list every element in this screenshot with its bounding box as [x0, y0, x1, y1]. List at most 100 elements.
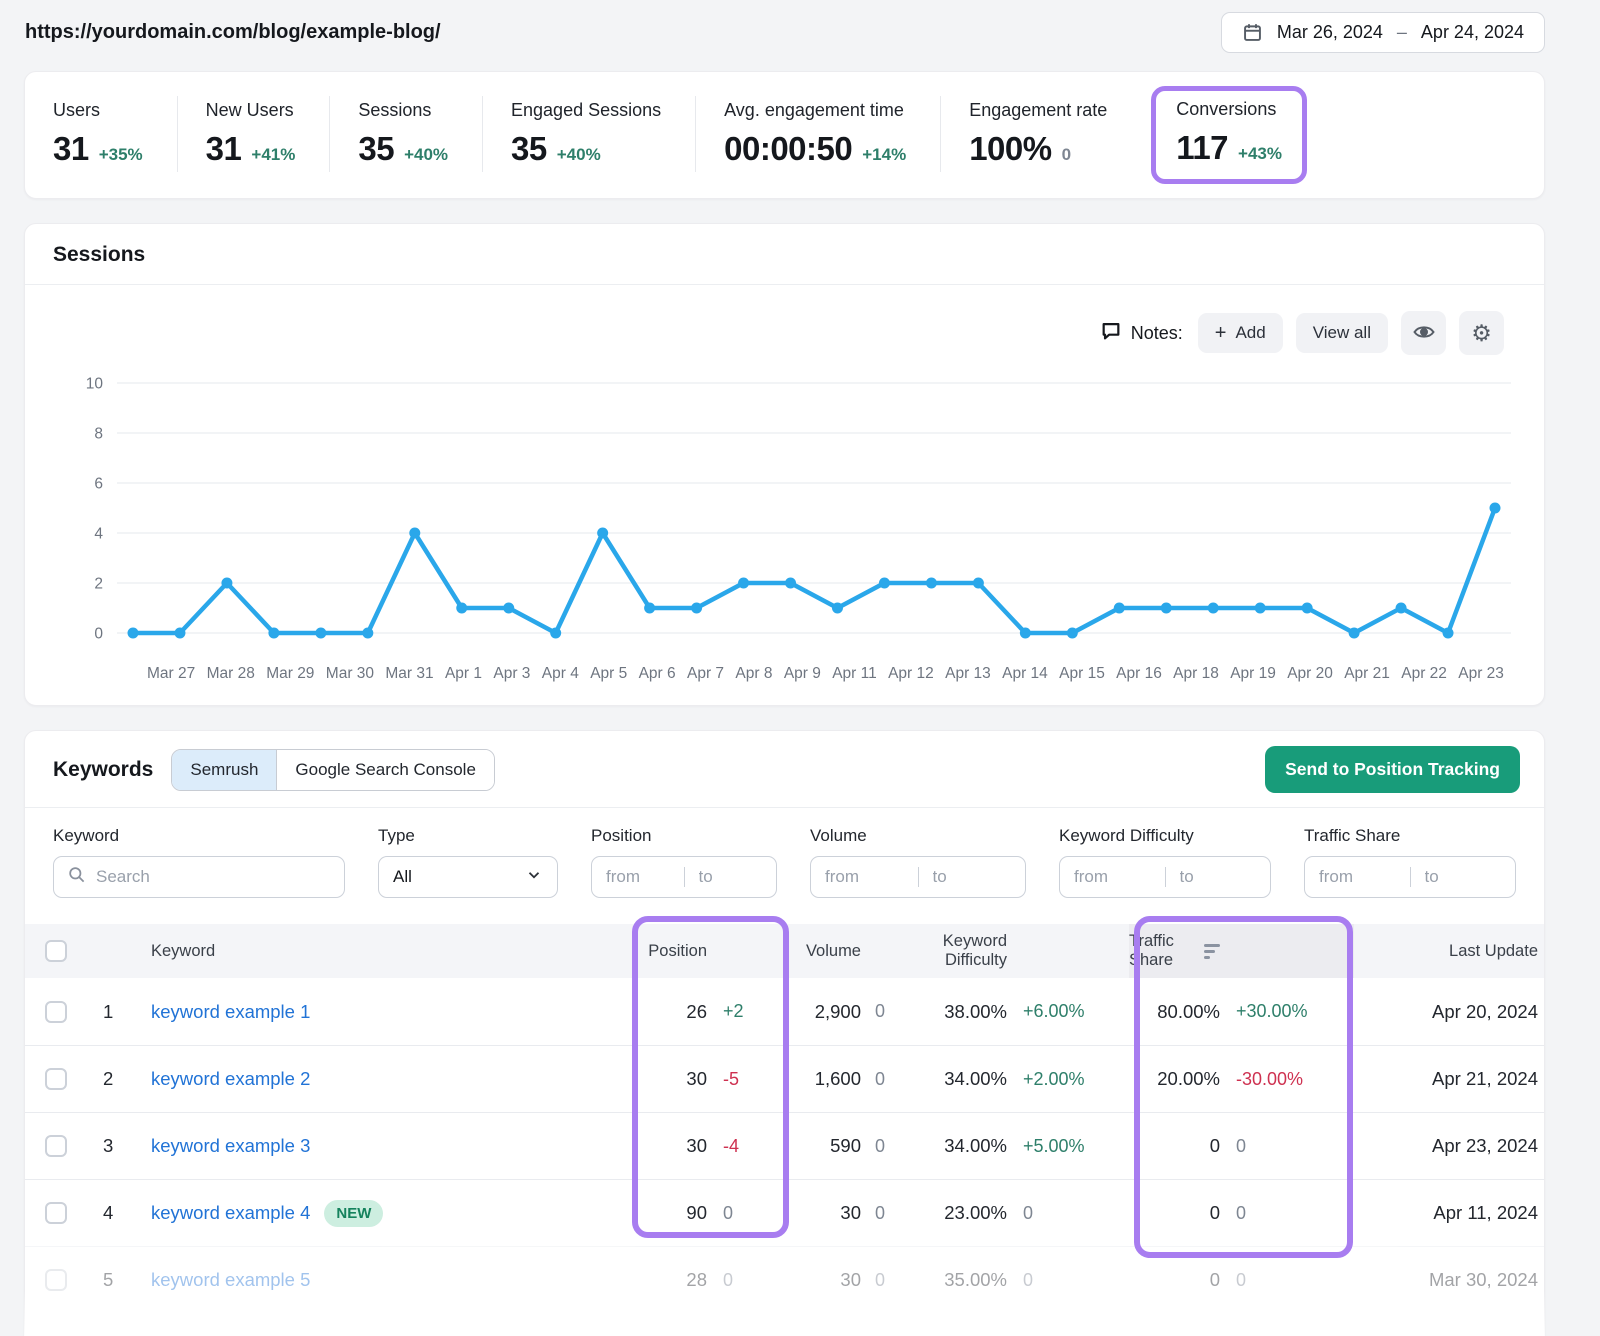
traffic-share-to-input[interactable]: [1411, 867, 1516, 887]
keywords-card: Keywords Semrush Google Search Console S…: [24, 730, 1545, 1336]
metric: New Users 31 +41%: [177, 96, 330, 172]
metric-delta: +40%: [557, 145, 601, 165]
keywords-table: Keyword Position Volume Keyword Difficul…: [25, 924, 1544, 1313]
keywords-title: Keywords: [53, 758, 153, 782]
send-to-position-tracking-button[interactable]: Send to Position Tracking: [1265, 746, 1520, 793]
x-axis-tick-label: Apr 18: [1173, 665, 1219, 683]
position-from-input[interactable]: [592, 867, 684, 887]
x-axis-tick-label: Apr 12: [888, 665, 934, 683]
metric-value: 117: [1176, 129, 1228, 167]
difficulty-to-input[interactable]: [1166, 867, 1271, 887]
x-axis-tick-label: Apr 9: [784, 665, 821, 683]
add-note-button[interactable]: + Add: [1198, 313, 1283, 353]
volume-cell: 300: [779, 1269, 919, 1291]
select-all-checkbox[interactable]: [45, 940, 67, 962]
chart-x-axis-labels: Mar 27Mar 28Mar 29Mar 30Mar 31Apr 1Apr 3…: [147, 665, 1504, 683]
page-url-title: https://yourdomain.com/blog/example-blog…: [25, 21, 441, 44]
svg-text:4: 4: [94, 526, 103, 543]
traffic-share-cell: 20.00%-30.00%: [1129, 1068, 1354, 1090]
gear-icon: ⚙: [1471, 322, 1492, 345]
row-checkbox[interactable]: [45, 1135, 67, 1157]
keyword-search-input[interactable]: [96, 867, 331, 887]
chart-settings-button[interactable]: ⚙: [1459, 311, 1504, 355]
table-row: 1 keyword example 1 26+2 2,9000 38.00%+6…: [25, 978, 1544, 1045]
metric-label: Engagement rate: [969, 100, 1107, 121]
row-checkbox[interactable]: [45, 1202, 67, 1224]
keyword-difficulty-cell: 35.00%0: [919, 1269, 1129, 1291]
date-range-end: Apr 24, 2024: [1421, 22, 1524, 43]
metric-value: 31: [206, 130, 242, 168]
x-axis-tick-label: Apr 3: [493, 665, 530, 683]
x-axis-tick-label: Apr 7: [687, 665, 724, 683]
last-update-cell: Apr 20, 2024: [1354, 1001, 1544, 1023]
column-header-last-update: Last Update: [1354, 942, 1544, 961]
metric-label: Users: [53, 100, 143, 121]
sessions-title: Sessions: [25, 224, 1544, 285]
plus-icon: +: [1215, 326, 1227, 340]
keywords-filters: Keyword Type All: [25, 808, 1544, 924]
row-checkbox[interactable]: [45, 1269, 67, 1291]
x-axis-tick-label: Mar 27: [147, 665, 195, 683]
x-axis-tick-label: Apr 15: [1059, 665, 1105, 683]
column-header-volume: Volume: [779, 942, 919, 961]
metric-delta: 0: [1062, 145, 1071, 165]
position-to-input[interactable]: [685, 867, 777, 887]
table-row: 3 keyword example 3 30-4 5900 34.00%+5.0…: [25, 1112, 1544, 1179]
column-header-traffic-share[interactable]: Traffic Share: [1129, 924, 1354, 978]
metric-value: 00:00:50: [724, 130, 852, 168]
date-range-start: Mar 26, 2024: [1277, 22, 1383, 43]
position-cell: 30-4: [639, 1135, 779, 1157]
metric-delta: +14%: [862, 145, 906, 165]
metric: Engaged Sessions 35 +40%: [482, 96, 695, 172]
tab-semrush[interactable]: Semrush: [172, 750, 277, 790]
keyword-difficulty-cell: 38.00%+6.00%: [919, 1001, 1129, 1023]
table-header-row: Keyword Position Volume Keyword Difficul…: [25, 924, 1544, 978]
view-all-notes-button[interactable]: View all: [1296, 313, 1388, 353]
traffic-share-cell: 00: [1129, 1202, 1354, 1224]
row-checkbox[interactable]: [45, 1001, 67, 1023]
traffic-share-cell: 00: [1129, 1269, 1354, 1291]
keyword-link[interactable]: keyword example 5: [151, 1269, 310, 1291]
volume-from-input[interactable]: [811, 867, 918, 887]
keyword-link[interactable]: keyword example 3: [151, 1135, 310, 1157]
keyword-link[interactable]: keyword example 2: [151, 1068, 310, 1090]
x-axis-tick-label: Mar 30: [326, 665, 374, 683]
sort-descending-icon: [1204, 944, 1220, 959]
volume-to-input[interactable]: [919, 867, 1026, 887]
metric-value: 35: [511, 130, 547, 168]
keyword-link[interactable]: keyword example 1: [151, 1001, 310, 1023]
difficulty-from-input[interactable]: [1060, 867, 1165, 887]
x-axis-tick-label: Apr 22: [1401, 665, 1447, 683]
traffic-share-from-input[interactable]: [1305, 867, 1410, 887]
last-update-cell: Apr 11, 2024: [1354, 1202, 1544, 1224]
date-range-picker[interactable]: Mar 26, 2024 – Apr 24, 2024: [1221, 12, 1545, 53]
position-cell: 280: [639, 1269, 779, 1291]
keyword-link[interactable]: keyword example 4: [151, 1202, 310, 1224]
type-select-value: All: [393, 867, 412, 887]
metric: Engagement rate 100% 0: [940, 96, 1141, 172]
type-select[interactable]: All: [378, 856, 558, 898]
tab-google-search-console[interactable]: Google Search Console: [277, 750, 494, 790]
row-index: 4: [81, 1202, 141, 1224]
toggle-visibility-button[interactable]: [1401, 311, 1446, 355]
metric-label: Avg. engagement time: [724, 100, 906, 121]
last-update-cell: Mar 30, 2024: [1354, 1269, 1544, 1291]
metric: Sessions 35 +40%: [329, 96, 482, 172]
filter-keyword: Keyword: [53, 826, 345, 898]
x-axis-tick-label: Apr 23: [1458, 665, 1504, 683]
metric: Conversions 117 +43%: [1151, 86, 1307, 184]
x-axis-tick-label: Apr 14: [1002, 665, 1048, 683]
row-checkbox[interactable]: [45, 1068, 67, 1090]
x-axis-tick-label: Apr 13: [945, 665, 991, 683]
volume-cell: 2,9000: [779, 1001, 919, 1023]
metric-label: Engaged Sessions: [511, 100, 661, 121]
x-axis-tick-label: Apr 11: [832, 665, 877, 683]
table-body: 1 keyword example 1 26+2 2,9000 38.00%+6…: [25, 978, 1544, 1313]
new-badge: NEW: [324, 1200, 383, 1227]
x-axis-tick-label: Apr 21: [1344, 665, 1390, 683]
column-header-keyword: Keyword: [141, 942, 639, 961]
x-axis-tick-label: Mar 29: [266, 665, 314, 683]
search-icon: [67, 865, 86, 889]
x-axis-tick-label: Apr 5: [590, 665, 627, 683]
metric-label: Sessions: [358, 100, 448, 121]
